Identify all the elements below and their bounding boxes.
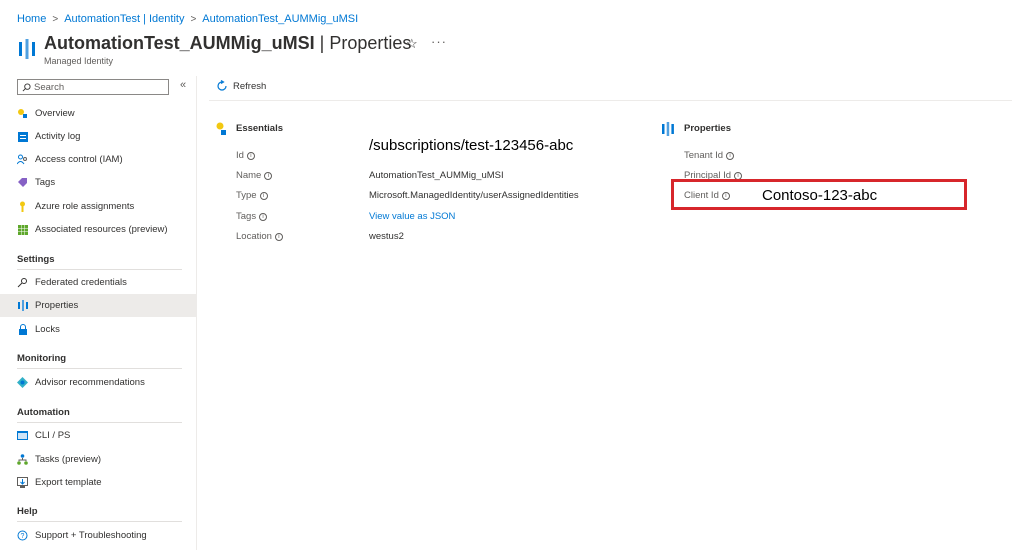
properties-title: Properties — [684, 123, 731, 134]
sidebar-item-label: Access control (IAM) — [35, 154, 123, 165]
client-id-label: Client Id i — [684, 190, 730, 201]
id-value: /subscriptions/test-123456-abc — [369, 137, 574, 154]
divider — [17, 521, 182, 522]
sidebar-item-label: Locks — [35, 324, 60, 335]
key-icon — [17, 277, 28, 288]
tasks-icon — [17, 454, 28, 465]
divider — [17, 368, 182, 369]
tag-icon — [17, 177, 28, 188]
overview-icon — [17, 108, 28, 119]
properties-icon — [17, 300, 28, 311]
divider — [196, 76, 197, 550]
chevron-right-icon: > — [52, 13, 59, 25]
sidebar-item-properties[interactable]: Properties — [0, 294, 196, 317]
chevron-right-icon: > — [190, 13, 197, 25]
managed-identity-icon — [19, 39, 35, 59]
sidebar-item-activity-log[interactable]: Activity log — [0, 125, 196, 148]
people-icon — [17, 154, 28, 165]
sidebar-item-export-template[interactable]: Export template — [0, 471, 196, 494]
lock-icon — [17, 324, 28, 335]
client-id-value: Contoso-123-abc — [762, 187, 878, 204]
sidebar-item-role-assignments[interactable]: Azure role assignments — [0, 195, 196, 218]
sidebar-item-label: Advisor recommendations — [35, 377, 145, 388]
sidebar-item-tasks[interactable]: Tasks (preview) — [0, 448, 196, 471]
sidebar-item-support[interactable]: ? Support + Troubleshooting — [0, 524, 196, 547]
divider — [17, 269, 182, 270]
sidebar-item-label: Tasks (preview) — [35, 454, 101, 465]
sidebar-item-federated-credentials[interactable]: Federated credentials — [0, 271, 196, 294]
sidebar-item-cli-ps[interactable]: CLI / PS — [0, 424, 196, 447]
sidebar-item-overview[interactable]: Overview — [0, 102, 196, 125]
breadcrumb-identity[interactable]: AutomationTest | Identity — [64, 13, 184, 25]
advisor-icon — [17, 377, 28, 388]
sidebar-item-label: Properties — [35, 300, 79, 311]
sidebar-item-associated-resources[interactable]: Associated resources (preview) — [0, 218, 196, 241]
name-label: Name i — [236, 170, 273, 181]
help-icon: ? — [17, 530, 28, 541]
sidebar-section-help: Help — [17, 506, 38, 517]
svg-text:?: ? — [21, 533, 25, 540]
search-box[interactable] — [17, 79, 169, 95]
info-icon[interactable]: i — [264, 171, 273, 180]
sidebar-section-monitoring: Monitoring — [17, 353, 67, 364]
sidebar-item-iam[interactable]: Access control (IAM) — [0, 148, 196, 171]
sidebar-item-label: Support + Troubleshooting — [35, 530, 147, 541]
more-options-button[interactable]: ··· — [431, 34, 447, 49]
collapse-sidebar-icon[interactable]: « — [180, 79, 186, 91]
info-icon[interactable]: i — [259, 212, 268, 221]
info-icon[interactable]: i — [246, 151, 255, 160]
key-icon — [17, 201, 28, 212]
export-icon — [17, 477, 28, 488]
type-value: Microsoft.ManagedIdentity/userAssignedId… — [369, 190, 579, 201]
grid-icon — [17, 224, 28, 235]
divider — [209, 100, 1012, 101]
breadcrumb: Home > AutomationTest | Identity > Autom… — [17, 13, 358, 25]
breadcrumb-home[interactable]: Home — [17, 13, 46, 25]
info-icon[interactable]: i — [259, 191, 268, 200]
sidebar-section-automation: Automation — [17, 407, 70, 418]
sidebar-item-label: Azure role assignments — [35, 201, 135, 212]
id-label: Id i — [236, 150, 255, 161]
sidebar-item-label: Associated resources (preview) — [35, 224, 168, 235]
location-value: westus2 — [369, 231, 404, 242]
essentials-icon — [216, 122, 226, 135]
type-label: Type i — [236, 190, 268, 201]
sidebar-section-settings: Settings — [17, 254, 55, 265]
activity-log-icon — [17, 131, 28, 142]
sidebar-item-locks[interactable]: Locks — [0, 318, 196, 341]
search-icon — [22, 82, 31, 91]
page-subtitle: Managed Identity — [44, 56, 114, 66]
sidebar-item-label: Export template — [35, 477, 102, 488]
tags-label: Tags i — [236, 211, 268, 222]
sidebar-item-label: Federated credentials — [35, 277, 127, 288]
star-icon[interactable]: ☆ — [406, 36, 418, 52]
info-icon[interactable]: i — [274, 232, 283, 241]
breadcrumb-resource[interactable]: AutomationTest_AUMMig_uMSI — [202, 13, 358, 25]
location-label: Location i — [236, 231, 283, 242]
tenant-id-label: Tenant Id i — [684, 150, 735, 161]
terminal-icon — [17, 430, 28, 441]
sidebar-item-tags[interactable]: Tags — [0, 171, 196, 194]
essentials-title: Essentials — [236, 123, 283, 134]
name-value: AutomationTest_AUMMig_uMSI — [369, 170, 504, 181]
refresh-icon — [217, 80, 227, 91]
sidebar-item-label: CLI / PS — [35, 430, 71, 441]
properties-icon — [662, 122, 674, 136]
info-icon[interactable]: i — [726, 151, 735, 160]
search-input[interactable] — [34, 81, 154, 93]
view-json-link[interactable]: View value as JSON — [369, 211, 455, 222]
sidebar-item-label: Activity log — [35, 131, 81, 142]
sidebar-item-label: Overview — [35, 108, 75, 119]
refresh-button[interactable]: Refresh — [216, 80, 266, 92]
sidebar-item-advisor[interactable]: Advisor recommendations — [0, 371, 196, 394]
page-title: AutomationTest_AUMMig_uMSI | Properties — [44, 33, 412, 53]
sidebar-item-label: Tags — [35, 177, 56, 188]
divider — [17, 422, 182, 423]
info-icon[interactable]: i — [721, 191, 730, 200]
